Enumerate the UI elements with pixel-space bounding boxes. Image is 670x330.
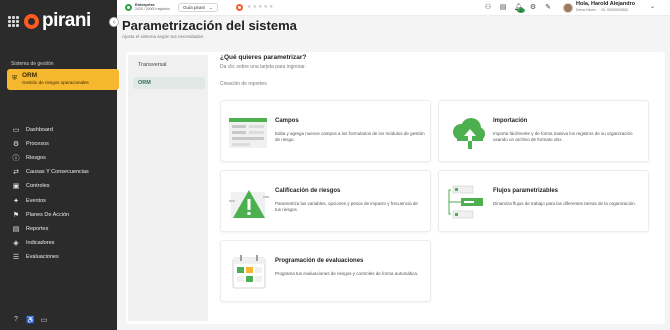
apps-grid-icon[interactable]	[8, 15, 19, 27]
sidebar-nav: ▭ Dashboard ⚙ Procesos ⓘ Riesgos ⇄ Causa…	[12, 123, 89, 264]
topbar-icons: ⚇ ▤ 🔔︎2 ⚙ ✎	[484, 3, 552, 16]
sidebar-item-planes[interactable]: ⚑ Planes De Acción	[12, 208, 89, 222]
card-calificacion-riesgos[interactable]: Calificación de riesgos Parametriza las …	[220, 170, 431, 232]
events-icon: ✦	[13, 197, 19, 205]
active-system-card[interactable]: ⛨ ORM Gestión de riesgos operacionales	[7, 69, 119, 90]
card-programacion-evaluaciones[interactable]: Programación de evaluaciones Programa tu…	[220, 240, 431, 302]
sidebar-item-label: Eventos	[26, 197, 46, 204]
logo-text: pirani	[42, 10, 91, 31]
parametrization-menu	[128, 55, 208, 321]
evaluations-icon: ☰	[12, 253, 20, 261]
chevron-down-icon: ⌄	[209, 4, 213, 10]
card-description: Edita y agrega nuevos campos a los formu…	[275, 131, 425, 143]
card-description: Programa tus evaluaciones de riesgos y c…	[275, 271, 419, 276]
flag-icon: ⚑	[12, 211, 20, 219]
management-label: Sistema de gestión	[11, 61, 54, 67]
guide-label: Guía pirani	[183, 5, 206, 10]
user-add-icon[interactable]: ⚇	[484, 3, 492, 16]
help-icon[interactable]: ?	[12, 316, 20, 324]
enterprise-usage: 2420 / 20000 registros	[135, 7, 170, 11]
document-icon[interactable]: ▤	[499, 3, 507, 16]
user-role: Demo Never... · ID: 00000003862	[576, 7, 629, 12]
sidebar-item-label: Controles	[26, 183, 50, 190]
card-title: Campos	[275, 118, 299, 124]
sidebar-item-label: Reportes	[26, 225, 49, 232]
collapse-sidebar-button[interactable]: ‹	[109, 17, 119, 27]
alert-circle-icon: ⓘ	[12, 155, 20, 163]
section-title: Creación de reportes	[220, 81, 267, 87]
accessibility-icon[interactable]: ♿	[26, 316, 35, 324]
tab-transversal[interactable]: Transversal	[133, 59, 205, 71]
sidebar-item-eventos[interactable]: ✦ Eventos	[12, 193, 89, 207]
enterprise-info: Enterprise 2420 / 20000 registros	[135, 2, 170, 12]
sidebar-bottom-icons: ? ♿ ▭	[12, 316, 48, 324]
page-title: Parametrización del sistema	[122, 18, 297, 33]
pirani-progress-icon[interactable]	[236, 4, 243, 11]
sidebar-item-controles[interactable]: ▣ Controles	[12, 179, 89, 193]
card-icon[interactable]: ▭	[40, 316, 48, 324]
monitor-icon: ▭	[12, 127, 20, 135]
card-campos[interactable]: Campos Edita y agrega nuevos campos a lo…	[220, 100, 431, 162]
page-subtitle: Ajusta el sistema según tus necesidades	[122, 34, 204, 39]
sidebar-item-procesos[interactable]: ⚙ Procesos	[12, 137, 89, 151]
pirani-logo-icon	[24, 13, 39, 29]
process-icon: ⚙	[12, 141, 20, 149]
sidebar-item-riesgos[interactable]: ⓘ Riesgos	[12, 151, 89, 165]
sidebar-item-label: Dashboard	[26, 127, 53, 134]
workflow-illustration-icon	[448, 185, 483, 219]
card-importacion[interactable]: Importación Importa fácilmente y de form…	[438, 100, 649, 162]
card-description: Importa fácilmente y de forma masiva los…	[493, 131, 633, 143]
sidebar-item-label: Riesgos	[26, 155, 46, 162]
question-instruction: Da clic sobre una tarjeta para ingresar.	[220, 64, 306, 70]
tool-icon[interactable]: ✎	[544, 3, 552, 16]
sidebar-item-dashboard[interactable]: ▭ Dashboard	[12, 123, 89, 137]
rating-stars-icon: ★★★★★	[247, 4, 275, 10]
sidebar-item-reportes[interactable]: ▤ Reportes	[12, 222, 89, 236]
sidebar-item-evaluaciones[interactable]: ☰ Evaluaciones	[12, 250, 89, 264]
avatar[interactable]	[563, 3, 573, 13]
sidebar-item-label: Causas Y Consecuencias	[26, 169, 89, 176]
sidebar-item-causas[interactable]: ⇄ Causas Y Consecuencias	[12, 165, 89, 179]
user-info[interactable]: Hola, Harold Alejandro Demo Never... · I…	[576, 1, 636, 13]
card-title: Programación de evaluaciones	[275, 258, 364, 264]
card-title: Calificación de riesgos	[275, 188, 341, 194]
sidebar: pirani Sistema de gestión ⛨ ORM Gestión …	[0, 0, 119, 330]
sidebar-item-indicadores[interactable]: ◈ Indicadores	[12, 236, 89, 250]
indicators-icon: ◈	[13, 239, 19, 247]
card-flujos-parametrizables[interactable]: Flujos parametrizables Dinamiza flujos d…	[438, 170, 649, 232]
sidebar-item-label: Indicadores	[26, 239, 55, 246]
topbar: Enterprise 2420 / 20000 registros Guía p…	[117, 0, 670, 16]
active-system-subtitle: Gestión de riesgos operacionales	[22, 80, 89, 85]
reports-icon: ▤	[12, 225, 20, 233]
sidebar-item-label: Planes De Acción	[26, 211, 70, 218]
sidebar-item-label: Procesos	[26, 141, 49, 148]
fields-illustration-icon	[229, 118, 267, 148]
card-title: Importación	[493, 118, 528, 124]
logo-row: pirani	[8, 10, 91, 31]
controls-icon: ▣	[12, 183, 20, 191]
card-title: Flujos parametrizables	[493, 188, 559, 194]
active-system-title: ORM	[22, 72, 38, 79]
notification-badge: 2	[517, 7, 525, 14]
question-title: ¿Qué quieres parametrizar?	[220, 54, 307, 61]
user-name: Hola, Harold Alejandro	[576, 1, 636, 7]
card-description: Parametriza las variables, opciones y pe…	[275, 201, 418, 213]
card-description: Dinamiza flujos de trabajo para las dife…	[493, 201, 636, 206]
sidebar-item-label: Evaluaciones	[26, 253, 59, 260]
user-menu-chevron-icon[interactable]: ⌄	[650, 3, 655, 10]
causes-icon: ⇄	[13, 169, 19, 177]
bell-icon[interactable]: 🔔︎2	[514, 3, 525, 16]
calendar-illustration-icon	[232, 255, 266, 289]
shield-icon: ⛨	[12, 75, 18, 82]
tab-orm[interactable]: ORM	[133, 77, 205, 89]
warning-illustration-icon	[229, 190, 269, 218]
cloud-upload-illustration-icon	[453, 118, 485, 149]
guide-button[interactable]: Guía pirani ⌄	[178, 3, 218, 12]
enterprise-logo-icon	[125, 4, 132, 11]
gear-icon[interactable]: ⚙	[529, 3, 537, 16]
